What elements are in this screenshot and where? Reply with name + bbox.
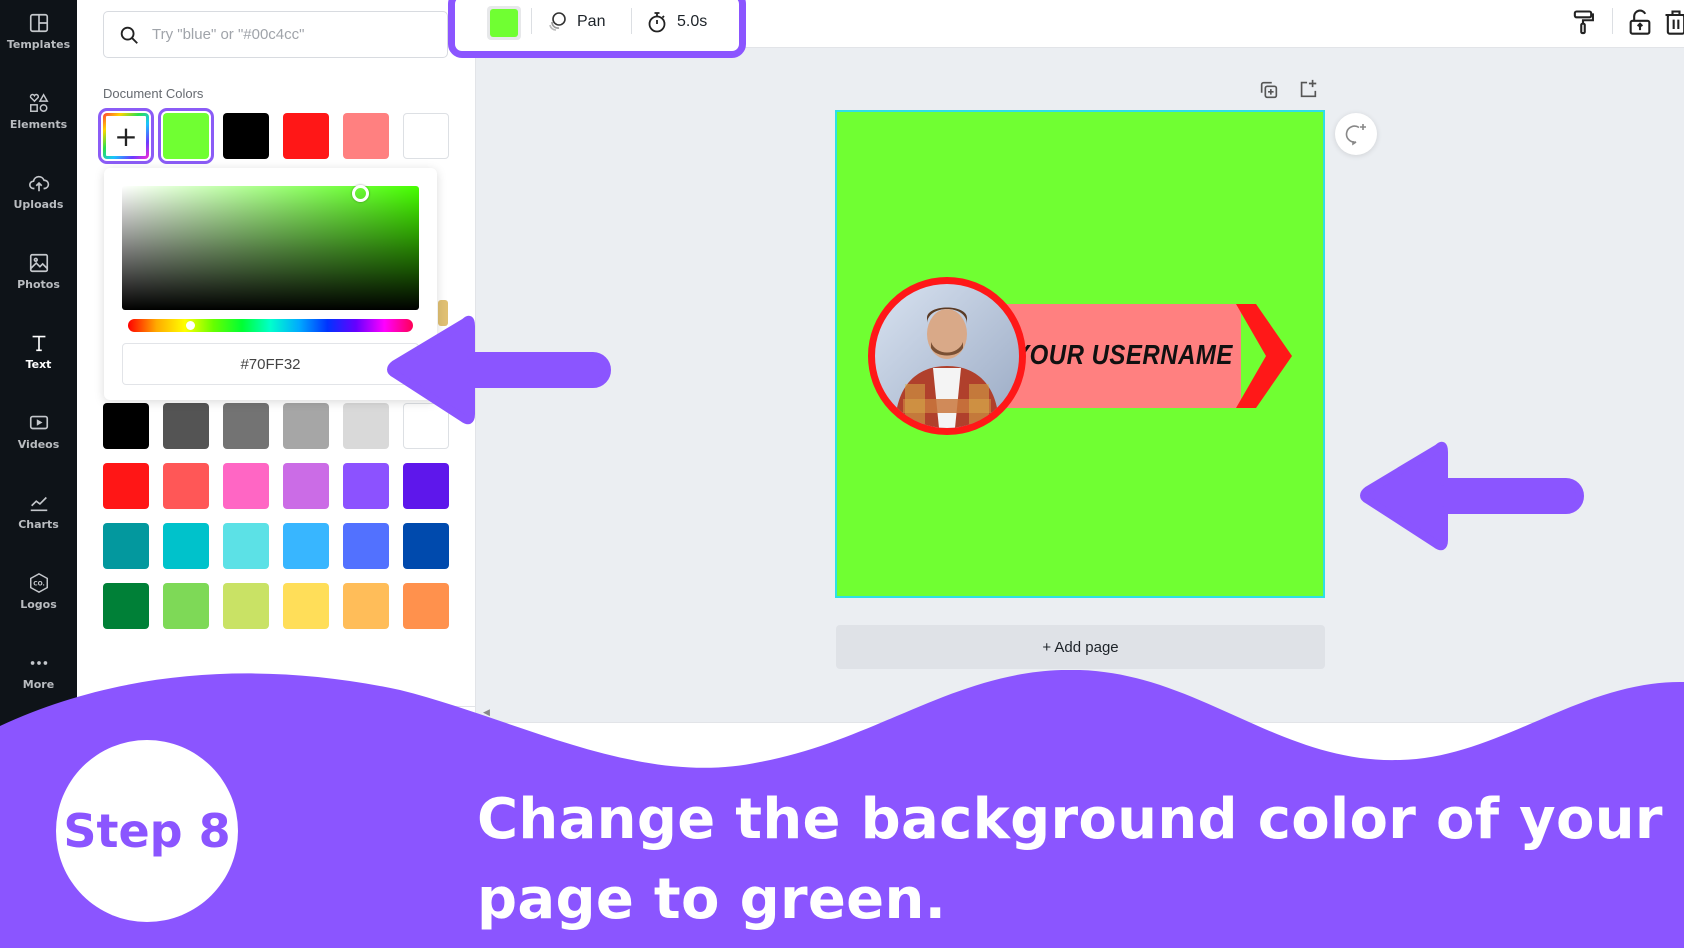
color-search-input[interactable] xyxy=(152,26,432,43)
default-color-swatch[interactable] xyxy=(343,583,389,629)
timer-icon xyxy=(648,12,666,33)
default-color-swatch[interactable] xyxy=(103,523,149,569)
document-color-swatch[interactable] xyxy=(158,108,214,164)
hex-input[interactable]: #70FF32 xyxy=(122,343,419,385)
default-color-swatch[interactable] xyxy=(223,583,269,629)
unlock-icon[interactable] xyxy=(1626,8,1654,36)
default-color-swatch[interactable] xyxy=(103,463,149,509)
color-search-field[interactable] xyxy=(103,11,448,58)
add-page-button[interactable]: + Add page xyxy=(836,625,1325,669)
default-color-swatch[interactable] xyxy=(283,463,329,509)
step-badge: Step 8 xyxy=(56,740,238,922)
toolbar-divider xyxy=(531,8,532,34)
templates-icon xyxy=(29,13,48,33)
sidebar-item-label: Templates xyxy=(6,38,71,51)
hue-slider[interactable] xyxy=(128,319,413,332)
current-color-swatch xyxy=(490,9,518,37)
document-color-swatch[interactable] xyxy=(403,113,449,159)
background-color-button[interactable] xyxy=(487,6,521,40)
plus-icon: + xyxy=(114,119,138,153)
profile-photo[interactable] xyxy=(868,277,1026,435)
username-text[interactable]: YOUR USERNAME xyxy=(1005,296,1241,416)
document-colors-label: Document Colors xyxy=(103,86,204,101)
add-color-button[interactable]: + xyxy=(98,108,154,164)
document-color-swatch[interactable] xyxy=(223,113,269,159)
animate-button[interactable]: Pan xyxy=(545,8,605,36)
chart-line-icon xyxy=(30,496,47,512)
sidebar-item-photos[interactable]: Photos xyxy=(0,246,77,316)
default-color-swatch[interactable] xyxy=(283,523,329,569)
default-color-swatch[interactable] xyxy=(223,463,269,509)
default-color-swatch[interactable] xyxy=(163,583,209,629)
sidebar-item-label: Text xyxy=(25,358,52,371)
logo-badge-icon: CO. xyxy=(29,572,48,594)
sidebar-item-uploads[interactable]: Uploads xyxy=(0,166,77,236)
banner-arrow-tip xyxy=(1236,304,1292,408)
step-instruction: Change the background color of your page… xyxy=(477,787,1663,932)
sidebar-item-logos[interactable]: CO. Logos xyxy=(0,566,77,636)
upload-cloud-icon xyxy=(28,175,49,192)
add-comment-button[interactable] xyxy=(1335,113,1377,155)
default-color-swatch[interactable] xyxy=(343,523,389,569)
duplicate-page-icon[interactable] xyxy=(1258,79,1280,101)
duration-label: 5.0s xyxy=(677,13,708,30)
default-color-swatch[interactable] xyxy=(103,403,149,449)
saturation-value-area[interactable] xyxy=(122,186,419,310)
sidebar-item-elements[interactable]: Elements xyxy=(0,86,77,156)
elements-icon xyxy=(29,93,49,112)
sidebar-item-label: Logos xyxy=(20,598,57,611)
sidebar-item-label: Videos xyxy=(17,438,60,451)
svg-text:CO.: CO. xyxy=(33,580,45,587)
default-color-swatch[interactable] xyxy=(403,583,449,629)
sidebar-item-label: Charts xyxy=(18,518,59,531)
search-icon xyxy=(120,26,138,44)
default-color-swatch[interactable] xyxy=(343,463,389,509)
default-color-swatch[interactable] xyxy=(223,403,269,449)
hue-slider-handle[interactable] xyxy=(186,321,195,330)
sidebar-item-label: Uploads xyxy=(13,198,64,211)
trash-icon[interactable] xyxy=(1662,8,1684,36)
text-icon xyxy=(32,335,45,352)
annotation-arrow-picker xyxy=(387,315,611,425)
default-color-swatch[interactable] xyxy=(223,523,269,569)
document-color-swatch[interactable] xyxy=(283,113,329,159)
sidebar-item-templates[interactable]: Templates xyxy=(0,6,77,76)
comment-plus-icon xyxy=(1345,124,1366,146)
default-color-swatch[interactable] xyxy=(403,523,449,569)
sidebar-item-label: Elements xyxy=(9,118,68,131)
saturation-handle[interactable] xyxy=(352,185,369,202)
default-color-swatch[interactable] xyxy=(163,523,209,569)
animate-label: Pan xyxy=(577,13,606,30)
video-icon xyxy=(29,415,48,430)
default-color-swatch[interactable] xyxy=(283,403,329,449)
animate-pan-icon xyxy=(549,12,566,31)
default-color-swatch[interactable] xyxy=(283,583,329,629)
copy-style-roller-icon[interactable] xyxy=(1569,8,1597,36)
person-photo-icon xyxy=(895,307,999,428)
toolbar-divider xyxy=(631,8,632,34)
sidebar-item-text[interactable]: Text xyxy=(0,326,77,396)
duration-button[interactable]: 5.0s xyxy=(645,8,707,36)
sidebar-item-videos[interactable]: Videos xyxy=(0,406,77,476)
default-color-swatch[interactable] xyxy=(163,463,209,509)
sidebar-item-charts[interactable]: Charts xyxy=(0,486,77,556)
photo-icon xyxy=(29,253,48,273)
default-color-swatch[interactable] xyxy=(403,463,449,509)
default-color-swatch[interactable] xyxy=(103,583,149,629)
document-color-swatch[interactable] xyxy=(343,113,389,159)
add-page-icon[interactable] xyxy=(1297,78,1319,100)
annotation-arrow-page xyxy=(1360,441,1584,551)
tutorial-screenshot: Templates Elements Uploads Photos Text V… xyxy=(0,0,1684,948)
toolbar-divider xyxy=(1612,8,1613,34)
sidebar-item-label: Photos xyxy=(17,278,60,291)
default-color-swatch[interactable] xyxy=(163,403,209,449)
